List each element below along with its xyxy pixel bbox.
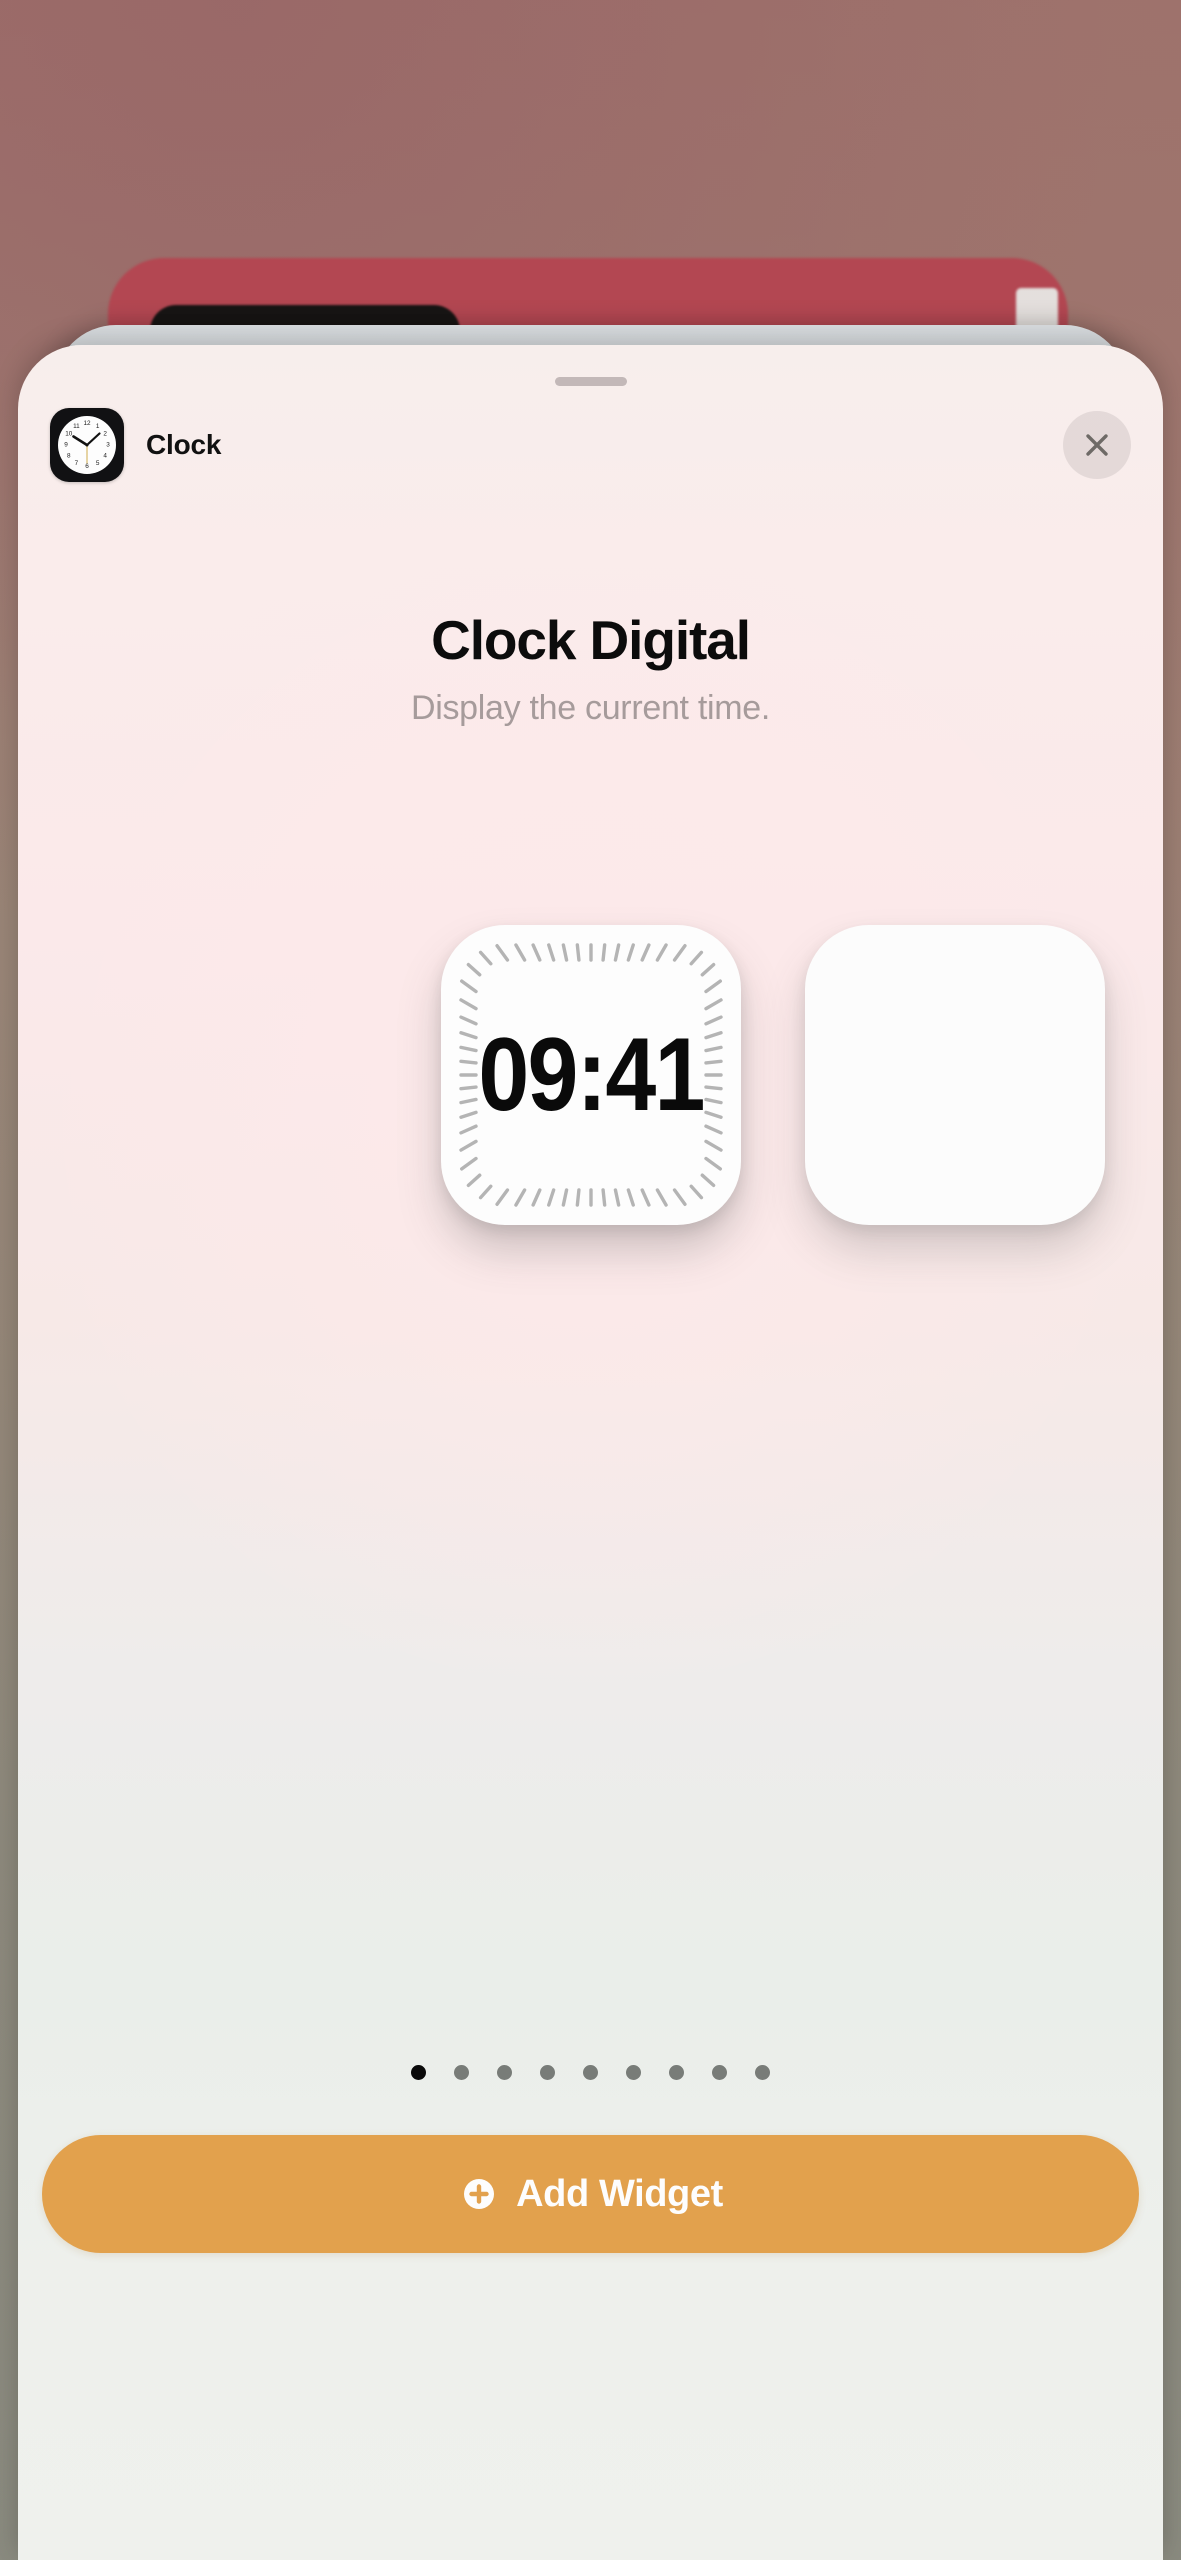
svg-text:4: 4: [103, 452, 107, 459]
close-icon[interactable]: [1063, 411, 1131, 479]
svg-text:12: 12: [83, 420, 91, 427]
svg-text:7: 7: [75, 460, 79, 467]
page-dot[interactable]: [669, 2065, 684, 2080]
widget-preview-card-next[interactable]: [804, 925, 1105, 1225]
plus-circle-icon: [464, 2179, 495, 2209]
svg-text:3: 3: [106, 442, 110, 449]
widget-detail-titles: Clock Digital Display the current time.: [18, 610, 1163, 728]
page-description: Display the current time.: [410, 688, 771, 727]
clock-icon: 12 1 2 3 4 5 6 7 8 9 10 11: [50, 408, 124, 482]
app-name-label: Clock: [146, 429, 222, 460]
widget-time-display: 09:41: [477, 1016, 705, 1133]
svg-text:2: 2: [103, 431, 107, 438]
svg-text:11: 11: [73, 423, 80, 430]
widget-detail-sheet: 12 1 2 3 4 5 6 7 8 9 10 11 Clock Clock D…: [18, 345, 1163, 2560]
svg-text:6: 6: [85, 463, 89, 470]
add-widget-label: Add Widget: [516, 2172, 723, 2215]
sheet-grabber-handle[interactable]: [554, 377, 627, 386]
page-dot[interactable]: [583, 2065, 598, 2080]
page-dot[interactable]: [454, 2065, 469, 2080]
widget-carousel[interactable]: 09:41: [18, 755, 1163, 1395]
page-dot[interactable]: [540, 2065, 555, 2080]
page-dot[interactable]: [497, 2065, 512, 2080]
page-dot[interactable]: [626, 2065, 641, 2080]
svg-text:1: 1: [96, 423, 100, 430]
add-widget-button[interactable]: Add Widget: [42, 2135, 1139, 2253]
page-dot[interactable]: [411, 2065, 426, 2080]
widget-preview-card[interactable]: 09:41: [440, 925, 741, 1225]
svg-text:9: 9: [64, 442, 68, 449]
page-dot[interactable]: [712, 2065, 727, 2080]
page-indicator[interactable]: [18, 2065, 1163, 2080]
page-title: Clock Digital: [431, 609, 751, 671]
page-dot[interactable]: [755, 2065, 770, 2080]
svg-text:10: 10: [65, 431, 73, 438]
app-identity: 12 1 2 3 4 5 6 7 8 9 10 11 Clock: [18, 408, 221, 482]
svg-text:8: 8: [67, 452, 71, 459]
svg-text:5: 5: [96, 460, 100, 467]
sheet-header: 12 1 2 3 4 5 6 7 8 9 10 11 Clock: [18, 397, 1163, 493]
